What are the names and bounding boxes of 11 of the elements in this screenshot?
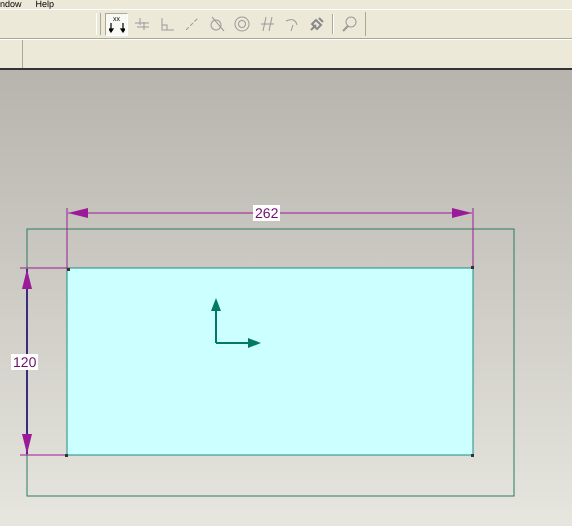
search-icon <box>340 15 358 33</box>
menu-item[interactable]: Help <box>36 0 54 9</box>
dimension-value[interactable]: 120 <box>11 354 38 370</box>
concentric-icon <box>232 15 250 33</box>
clamp-icon <box>308 15 326 33</box>
dimension-value[interactable]: 262 <box>253 205 280 221</box>
tangent-icon <box>208 15 226 33</box>
crossing-lines-icon <box>132 15 150 33</box>
axes-icon <box>211 298 261 348</box>
menu-item[interactable]: ndow <box>0 0 22 9</box>
dimension-arrows-icon <box>108 22 124 32</box>
